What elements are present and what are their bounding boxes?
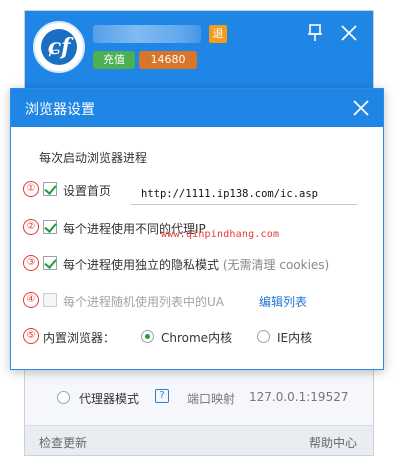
pin-icon[interactable]	[305, 23, 325, 43]
logout-button[interactable]: 退	[209, 25, 227, 43]
random-ua-label: 每个进程随机使用列表中的UA	[63, 295, 224, 309]
different-proxy-ip-checkbox[interactable]	[43, 220, 57, 234]
port-mapping-value: 127.0.0.1:19527	[249, 390, 349, 404]
random-ua-checkbox[interactable]	[43, 293, 57, 307]
app-logo: ɕf	[33, 21, 85, 73]
chrome-kernel-radio[interactable]	[141, 330, 154, 343]
ie-kernel-radio[interactable]	[257, 330, 270, 343]
dialog-title: 浏览器设置	[25, 102, 95, 118]
annotation-number: ③	[23, 255, 39, 271]
help-icon[interactable]: ?	[155, 389, 169, 403]
recharge-button[interactable]: 充值	[93, 51, 135, 69]
dialog-header: 浏览器设置	[11, 89, 383, 127]
help-center-link[interactable]: 帮助中心	[309, 434, 357, 451]
proxy-mode-row: 代理器模式 ? 端口映射 127.0.0.1:19527	[25, 385, 373, 411]
section-title: 每次启动浏览器进程	[39, 151, 148, 165]
browser-settings-dialog: 浏览器设置 每次启动浏览器进程 ① 设置首页 ② 每个进程使用不同的代理IP w…	[10, 88, 384, 370]
annotation-number: ①	[23, 181, 39, 197]
annotation-number: ⑤	[23, 328, 39, 344]
watermark-text: www.qinpindhang.com	[161, 229, 280, 240]
points-badge: 14680	[139, 51, 197, 69]
annotation-number: ②	[23, 219, 39, 235]
private-mode-label: 每个进程使用独立的隐私模式 (无需清理 cookies)	[63, 256, 329, 273]
set-homepage-checkbox[interactable]	[43, 182, 57, 196]
close-icon[interactable]	[339, 23, 359, 43]
private-mode-hint: (无需清理 cookies)	[222, 258, 330, 272]
edit-list-link[interactable]: 编辑列表	[259, 293, 307, 310]
window-footer: 检查更新 帮助中心	[25, 425, 373, 455]
close-icon[interactable]	[351, 98, 371, 118]
built-in-browser-label: 内置浏览器：	[43, 331, 116, 345]
proxy-mode-label: 代理器模式	[79, 392, 140, 406]
ie-kernel-label: IE内核	[277, 331, 313, 345]
private-mode-label-text: 每个进程使用独立的隐私模式	[63, 258, 220, 272]
check-update-link[interactable]: 检查更新	[39, 434, 87, 451]
username-blurred	[93, 25, 201, 43]
port-mapping-label: 端口映射	[187, 392, 236, 406]
annotation-number: ④	[23, 292, 39, 308]
proxy-mode-radio[interactable]	[57, 391, 70, 404]
private-mode-checkbox[interactable]	[43, 256, 57, 270]
logo-icon: ɕf	[41, 29, 77, 65]
set-homepage-label: 设置首页	[63, 184, 112, 198]
chrome-kernel-label: Chrome内核	[161, 331, 233, 345]
homepage-url-input[interactable]	[131, 183, 357, 205]
